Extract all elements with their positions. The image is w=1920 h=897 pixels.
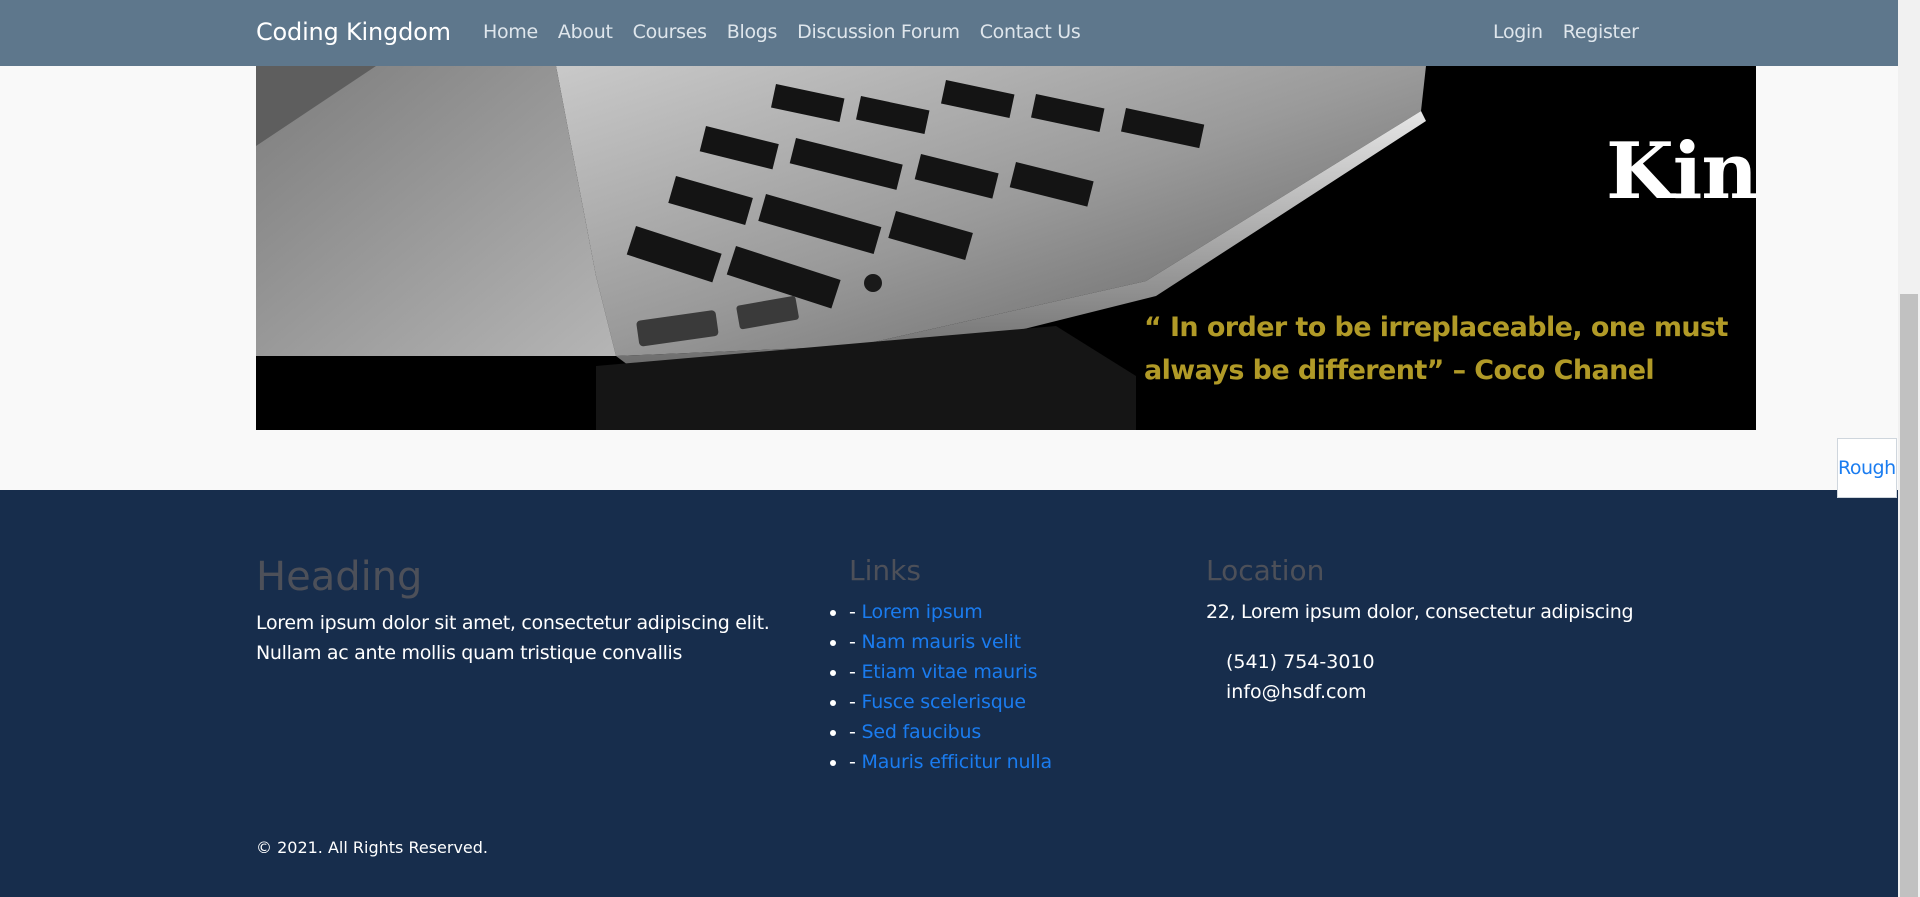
list-item-dash: - <box>849 631 862 653</box>
list-item-dash: - <box>849 751 862 773</box>
nav-link-blogs[interactable]: Blogs <box>727 21 778 43</box>
location-phone: (541) 754-3010 <box>1226 651 1375 673</box>
footer-link-lorem-ipsum[interactable]: Lorem ipsum <box>862 601 983 623</box>
footer-link-etiam-vitae-mauris[interactable]: Etiam vitae mauris <box>862 661 1038 683</box>
footer-link-fusce-scelerisque[interactable]: Fusce scelerisque <box>862 691 1027 713</box>
login-link[interactable]: Login <box>1493 21 1543 43</box>
hero-banner: Kingdom “ In order to be irreplaceable, … <box>256 66 1756 430</box>
links-heading: Links <box>849 554 921 587</box>
footer-heading: Heading <box>256 554 423 600</box>
nav-link-home[interactable]: Home <box>483 21 538 43</box>
list-item-dash: - <box>849 691 862 713</box>
hero-title: Kingdom <box>1606 126 1756 217</box>
list-item: - Mauris efficitur nulla <box>830 747 1053 777</box>
hero-quote-line-2: always be different” – Coco Chanel <box>1144 355 1655 386</box>
brand-logo-link[interactable]: Coding Kingdom <box>256 18 451 46</box>
scrollbar-thumb[interactable] <box>1900 294 1918 897</box>
list-item-dash: - <box>849 721 862 743</box>
hero-quote: “ In order to be irreplaceable, one must… <box>1144 306 1744 392</box>
footer-description: Lorem ipsum dolor sit amet, consectetur … <box>256 612 770 664</box>
location-heading: Location <box>1206 554 1325 587</box>
list-item-dash: - <box>849 601 862 623</box>
register-link[interactable]: Register <box>1563 21 1639 43</box>
navbar: Coding Kingdom Home About Courses Blogs … <box>0 0 1898 66</box>
nav-link-about[interactable]: About <box>558 21 613 43</box>
location-address: 22, Lorem ipsum dolor, consectetur adipi… <box>1206 601 1634 623</box>
main-nav: Home About Courses Blogs Discussion Foru… <box>483 21 1081 43</box>
footer-link-sed-faucibus[interactable]: Sed faucibus <box>862 721 982 743</box>
footer-link-mauris-efficitur-nulla[interactable]: Mauris efficitur nulla <box>862 751 1053 773</box>
list-item: - Etiam vitae mauris <box>830 657 1052 687</box>
footer: Heading Lorem ipsum dolor sit amet, cons… <box>0 490 1898 897</box>
copyright-text: © 2021. All Rights Reserved. <box>256 838 489 857</box>
list-item: - Fusce scelerisque <box>830 687 1052 717</box>
footer-link-nam-mauris-velit[interactable]: Nam mauris velit <box>862 631 1022 653</box>
footer-links-list: - Lorem ipsum - Nam mauris velit - Etiam… <box>830 597 1053 777</box>
nav-link-discussion-forum[interactable]: Discussion Forum <box>797 21 960 43</box>
hero-quote-line-1: “ In order to be irreplaceable, one must <box>1144 312 1728 343</box>
rough-tab-button[interactable]: Rough <box>1837 438 1897 498</box>
location-email: info@hsdf.com <box>1226 681 1367 703</box>
list-item: - Lorem ipsum <box>830 597 1052 627</box>
nav-link-courses[interactable]: Courses <box>633 21 707 43</box>
list-item: - Nam mauris velit <box>830 627 1052 657</box>
page-scrollbar[interactable] <box>1898 0 1920 897</box>
list-item: - Sed faucibus <box>830 717 1052 747</box>
list-item-dash: - <box>849 661 862 683</box>
nav-link-contact-us[interactable]: Contact Us <box>980 21 1081 43</box>
auth-nav: Login Register <box>1493 21 1639 43</box>
